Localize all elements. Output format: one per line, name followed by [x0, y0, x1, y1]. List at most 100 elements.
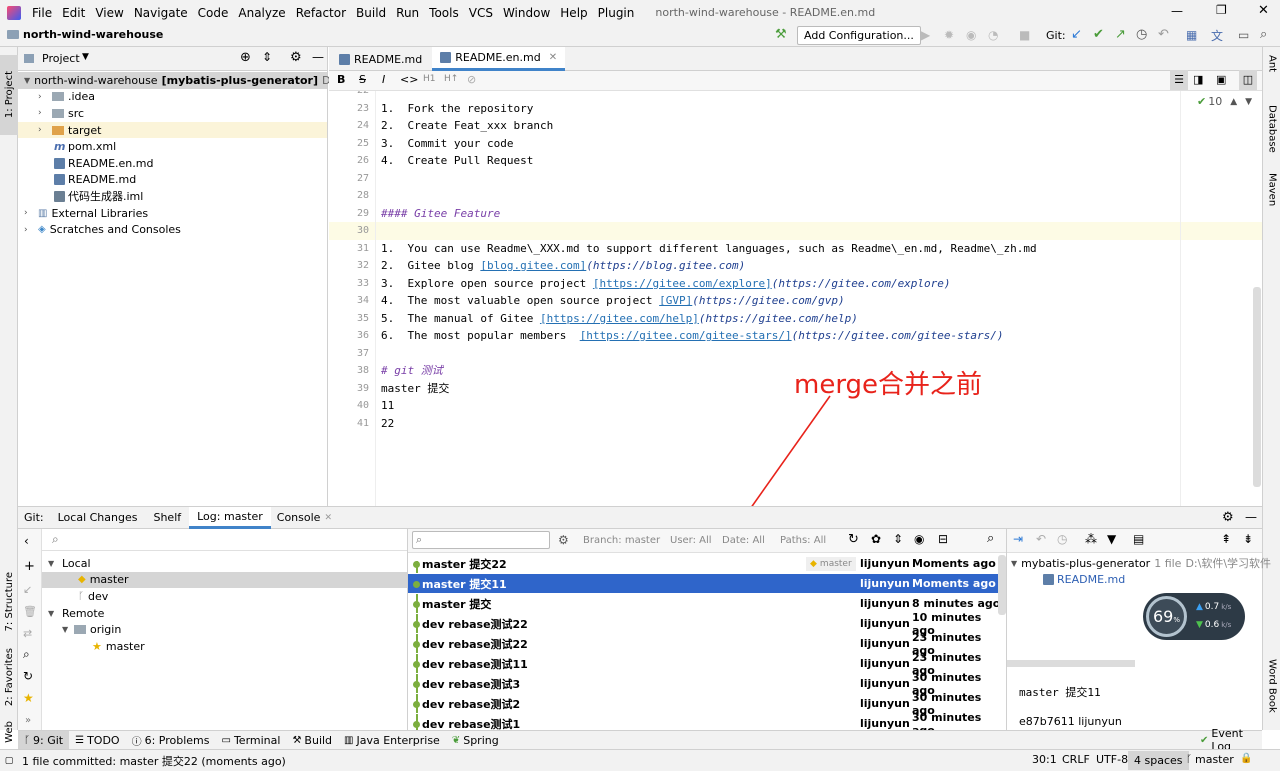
changed-file[interactable]: README.md: [1007, 572, 1262, 589]
download-icon: ▼: [1196, 620, 1203, 630]
history-icon[interactable]: ◷: [1057, 532, 1067, 546]
status-sidebar-toggle-icon[interactable]: ▢: [0, 756, 18, 766]
commit-hash: e87b7611 lijunyun: [1019, 715, 1122, 728]
markdown-file-icon: [1043, 574, 1054, 586]
commit-dot: [413, 561, 420, 568]
tab-shelf[interactable]: Shelf: [145, 511, 189, 524]
star-icon[interactable]: ★: [23, 691, 34, 705]
log-row[interactable]: master 提交22 ◆ master lijunyun Moments ago: [408, 554, 998, 574]
log-row[interactable]: dev rebase测试22 lijunyun 10 minutes ago: [408, 611, 998, 637]
git-branch-widget[interactable]: ᚴ master: [1186, 753, 1234, 766]
tool-build[interactable]: ⚒ Build: [286, 730, 338, 750]
commit-dot: [413, 581, 420, 588]
tag-icon: ◆: [78, 574, 86, 586]
tab-console[interactable]: Console ✕: [271, 511, 338, 524]
update-icon[interactable]: ↙: [23, 583, 32, 596]
branch-local-dev[interactable]: ᚴ dev: [42, 588, 407, 605]
refresh-icon[interactable]: ↻: [848, 532, 859, 547]
indent-setting[interactable]: 4 spaces: [1128, 751, 1189, 770]
tab-local-changes[interactable]: Local Changes: [50, 511, 146, 524]
refresh-icon[interactable]: ↻: [23, 669, 33, 683]
cpu-gauge: 69%: [1146, 596, 1187, 637]
collapse-all-icon[interactable]: ⇟: [1243, 532, 1253, 546]
log-row[interactable]: dev rebase测试22 lijunyun 23 minutes ago: [408, 631, 998, 657]
search-icon[interactable]: ⌕: [987, 531, 994, 546]
user-filter[interactable]: User: All: [670, 535, 712, 546]
commit-dot: [413, 641, 420, 648]
branches-panel: ⌕ ▼ Local ◆ master ᚴ dev ▼ Remote ▼ orig…: [42, 529, 408, 730]
java-icon: ▥: [344, 734, 354, 746]
chevron-down-icon[interactable]: ▼: [48, 609, 62, 618]
expand-icon[interactable]: »: [25, 715, 31, 726]
group-icon[interactable]: ⁂: [1085, 532, 1097, 546]
tool-spring[interactable]: ❦ Spring: [446, 730, 505, 750]
chevron-down-icon[interactable]: ▼: [48, 559, 62, 568]
commit-dot: [413, 621, 420, 628]
branches-toolstrip: ‹ + ↙ 🗑 ⇄ ⌕ ↻ ★ »: [18, 529, 42, 730]
arrow-right-icon[interactable]: ⇥: [1013, 532, 1023, 546]
commit-dot: [413, 601, 420, 608]
tool-event-log[interactable]: ✔ Event Log: [1194, 727, 1262, 753]
log-search-input[interactable]: ⌕: [412, 531, 550, 549]
list-icon: ☰: [75, 734, 85, 746]
commit-dot: [413, 681, 420, 688]
paths-filter[interactable]: Paths: All: [780, 535, 826, 546]
log-row[interactable]: dev rebase测试3 lijunyun 30 minutes ago: [408, 671, 998, 697]
log-row[interactable]: dev rebase测试11 lijunyun 23 minutes ago: [408, 651, 998, 677]
event-log-icon: ✔: [1200, 734, 1209, 746]
lock-icon[interactable]: 🔒: [1240, 753, 1252, 764]
expand-all-icon[interactable]: ⇞: [1221, 532, 1231, 546]
status-message[interactable]: 1 file committed: master 提交22 (moments a…: [18, 753, 286, 769]
tool-git[interactable]: ᚴ 9: Git: [18, 730, 70, 750]
search-icon[interactable]: ⌕: [23, 647, 30, 662]
graph-options-icon[interactable]: ⊟: [938, 532, 948, 546]
tool-terminal[interactable]: ▭ Terminal: [216, 730, 287, 750]
branch-group-remote[interactable]: ▼ Remote: [42, 605, 407, 622]
regex-settings-icon[interactable]: ⚙: [558, 533, 569, 547]
gear-icon[interactable]: ⚙: [1222, 510, 1234, 525]
log-row-selected[interactable]: master 提交11 lijunyun Moments ago: [408, 574, 998, 594]
git-tool-header: Git: Local Changes Shelf Log: master Con…: [18, 506, 1262, 529]
git-tool-prefix: Git:: [24, 511, 44, 524]
filter-icon[interactable]: ▼: [1107, 532, 1116, 546]
chevron-down-icon[interactable]: ▼: [62, 625, 74, 634]
branch-local-master[interactable]: ◆ master: [42, 571, 407, 589]
log-row[interactable]: dev rebase测试1 lijunyun 30 minutes ago: [408, 711, 998, 731]
tool-java-enterprise[interactable]: ▥ Java Enterprise: [338, 730, 446, 750]
details-splitter[interactable]: [1007, 660, 1135, 667]
commit-dot: [413, 661, 420, 668]
branch-filter[interactable]: Branch: master: [583, 535, 660, 546]
info-icon: ⓘ: [131, 736, 142, 748]
delete-icon[interactable]: 🗑: [23, 605, 37, 618]
branch-origin-master[interactable]: ★ master: [42, 638, 407, 655]
date-filter[interactable]: Date: All: [722, 535, 765, 546]
branch-group-local[interactable]: ▼ Local: [42, 555, 407, 572]
cherry-pick-icon[interactable]: ✿: [871, 532, 881, 546]
revert-icon[interactable]: ↶: [1036, 532, 1046, 546]
details-toolbar: ⇥ ↶ ◷ ⁂ ▼ ▤ ⇞ ⇟: [1007, 529, 1262, 553]
commit-dot: [413, 701, 420, 708]
hide-panel-icon[interactable]: —: [1245, 510, 1257, 524]
upload-icon: ▲: [1196, 602, 1203, 612]
changed-module[interactable]: ▼ mybatis-plus-generator 1 file D:\软件\学习…: [1007, 555, 1271, 572]
star-icon: ★: [92, 639, 102, 653]
layout-icon[interactable]: ▤: [1133, 532, 1144, 546]
log-scrollbar[interactable]: [998, 555, 1006, 615]
branch-icon: ᚴ: [78, 590, 84, 602]
close-tab-icon[interactable]: ✕: [324, 513, 332, 523]
branch-remote-origin[interactable]: ▼ origin: [42, 621, 407, 638]
tool-problems[interactable]: ⓘ 6: Problems: [126, 730, 216, 750]
branch-tag: ◆ master: [806, 556, 856, 571]
search-icon: ⌕: [52, 532, 59, 546]
log-row[interactable]: master 提交 lijunyun 8 minutes ago: [408, 594, 998, 614]
chevron-down-icon[interactable]: ▼: [1011, 559, 1017, 568]
tab-log-master[interactable]: Log: master: [189, 506, 271, 529]
log-row[interactable]: dev rebase测试2 lijunyun 30 minutes ago: [408, 691, 998, 717]
chevron-left-icon[interactable]: ‹: [24, 534, 29, 548]
collapse-graph-icon[interactable]: ⇕: [893, 532, 903, 546]
tool-todo[interactable]: ☰ TODO: [69, 730, 125, 750]
compare-icon[interactable]: ⇄: [23, 627, 32, 640]
branch-search[interactable]: ⌕: [42, 529, 407, 551]
plus-icon[interactable]: +: [24, 559, 35, 574]
eye-icon[interactable]: ◉: [914, 532, 924, 546]
